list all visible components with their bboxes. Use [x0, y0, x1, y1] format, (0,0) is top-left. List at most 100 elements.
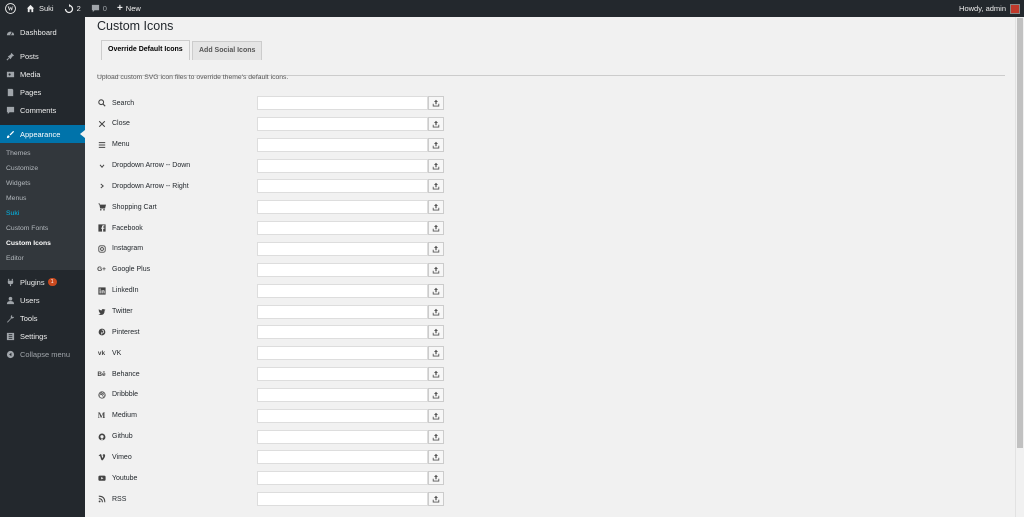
icon-file-url-input[interactable]	[257, 283, 428, 298]
instagram-icon	[97, 244, 106, 253]
upload-button[interactable]	[428, 304, 444, 319]
menu-appearance[interactable]: Appearance	[0, 125, 85, 143]
icon-label: LinkedIn	[112, 287, 139, 295]
upload-button[interactable]	[428, 367, 444, 382]
my-account-link[interactable]: Howdy, admin	[954, 0, 1024, 17]
icon-file-url-input[interactable]	[257, 367, 428, 382]
upload-button[interactable]	[428, 200, 444, 215]
icon-file-url-input[interactable]	[257, 450, 428, 465]
menu-collapse[interactable]: Collapse menu	[0, 345, 85, 363]
upload-button[interactable]	[428, 346, 444, 361]
updates-link[interactable]: 2	[59, 0, 86, 17]
pin-icon	[5, 51, 15, 61]
submenu-menus[interactable]: Menus	[0, 191, 85, 206]
comments-link[interactable]: 0	[86, 0, 112, 17]
icon-label: Github	[112, 433, 133, 441]
upload-button[interactable]	[428, 471, 444, 486]
icon-label: VK	[112, 349, 122, 357]
icon-row: Facebook	[97, 220, 447, 236]
media-icon	[5, 69, 15, 79]
wordpress-logo-icon[interactable]: W	[0, 0, 21, 17]
icon-file-url-input[interactable]	[257, 137, 428, 152]
upload-button[interactable]	[428, 492, 444, 507]
icon-file-url-input[interactable]	[257, 179, 428, 194]
upload-icon	[432, 495, 440, 503]
menu-comments[interactable]: Comments	[0, 101, 85, 119]
submenu-customize[interactable]: Customize	[0, 161, 85, 176]
submenu-custom-fonts[interactable]: Custom Fonts	[0, 221, 85, 236]
submenu-themes[interactable]: Themes	[0, 146, 85, 161]
tab-override-default-icons[interactable]: Override Default Icons	[101, 40, 190, 60]
icon-file-url-input[interactable]	[257, 96, 428, 110]
icon-label: Search	[112, 99, 135, 107]
icon-row: G+ Google Plus	[97, 262, 447, 278]
icon-file-url-input[interactable]	[257, 241, 428, 256]
menu-dashboard[interactable]: Dashboard	[0, 23, 85, 41]
site-name: Suki	[39, 4, 54, 13]
upload-button[interactable]	[428, 221, 444, 236]
settings-icon	[5, 331, 15, 341]
upload-button[interactable]	[428, 450, 444, 465]
submenu-suki[interactable]: Suki	[0, 206, 85, 221]
icon-file-url-input[interactable]	[257, 429, 428, 444]
icon-file-url-input[interactable]	[257, 221, 428, 236]
upload-button[interactable]	[428, 96, 444, 110]
tab-add-social-icons[interactable]: Add Social Icons	[192, 41, 263, 60]
menu-posts[interactable]: Posts	[0, 47, 85, 65]
icon-file-url-input[interactable]	[257, 262, 428, 277]
scrollbar-thumb[interactable]	[1017, 18, 1023, 448]
page-icon	[5, 87, 15, 97]
icon-label: Dropdown Arrow -- Right	[112, 182, 189, 190]
upload-button[interactable]	[428, 387, 444, 402]
icon-file-url-input[interactable]	[257, 116, 428, 131]
upload-button[interactable]	[428, 408, 444, 423]
menu-tools[interactable]: Tools	[0, 309, 85, 327]
upload-button[interactable]	[428, 116, 444, 131]
icon-row: Youtube	[97, 470, 447, 486]
icon-file-url-input[interactable]	[257, 408, 428, 423]
upload-icon	[432, 412, 440, 420]
icon-row: M Medium	[97, 408, 447, 424]
upload-button[interactable]	[428, 429, 444, 444]
icon-file-url-input[interactable]	[257, 492, 428, 507]
submenu-widgets[interactable]: Widgets	[0, 176, 85, 191]
upload-button[interactable]	[428, 241, 444, 256]
icon-file-url-input[interactable]	[257, 471, 428, 486]
submenu-editor[interactable]: Editor	[0, 251, 85, 266]
icon-label: Pinterest	[112, 328, 140, 336]
menu-media[interactable]: Media	[0, 65, 85, 83]
new-content-link[interactable]: + New	[112, 0, 146, 17]
site-name-link[interactable]: Suki	[21, 0, 59, 17]
upload-button[interactable]	[428, 137, 444, 152]
menu-label: Appearance	[20, 129, 61, 139]
upload-icon	[432, 453, 440, 461]
upload-button[interactable]	[428, 262, 444, 277]
icon-file-url-input[interactable]	[257, 346, 428, 361]
wrench-icon	[5, 313, 15, 323]
icon-file-url-input[interactable]	[257, 158, 428, 173]
icon-row: LinkedIn	[97, 283, 447, 299]
collapse-icon	[5, 349, 15, 359]
upload-button[interactable]	[428, 158, 444, 173]
youtube-icon	[97, 474, 106, 483]
menu-settings[interactable]: Settings	[0, 327, 85, 345]
comments-count: 0	[102, 4, 107, 13]
icon-label: Youtube	[112, 474, 138, 482]
icon-file-url-input[interactable]	[257, 387, 428, 402]
upload-icon	[432, 224, 440, 232]
upload-icon	[432, 245, 440, 253]
upload-button[interactable]	[428, 325, 444, 340]
menu-plugins[interactable]: Plugins 1	[0, 273, 85, 291]
icon-file-url-input[interactable]	[257, 304, 428, 319]
plus-icon: +	[116, 3, 123, 14]
submenu-custom-icons[interactable]: Custom Icons	[0, 236, 85, 251]
menu-pages[interactable]: Pages	[0, 83, 85, 101]
upload-button[interactable]	[428, 283, 444, 298]
upload-icon	[432, 433, 440, 441]
upload-button[interactable]	[428, 179, 444, 194]
menu-users[interactable]: Users	[0, 291, 85, 309]
close-icon	[97, 119, 106, 128]
icon-file-url-input[interactable]	[257, 325, 428, 340]
icon-file-url-input[interactable]	[257, 200, 428, 215]
icon-label: RSS	[112, 495, 127, 503]
